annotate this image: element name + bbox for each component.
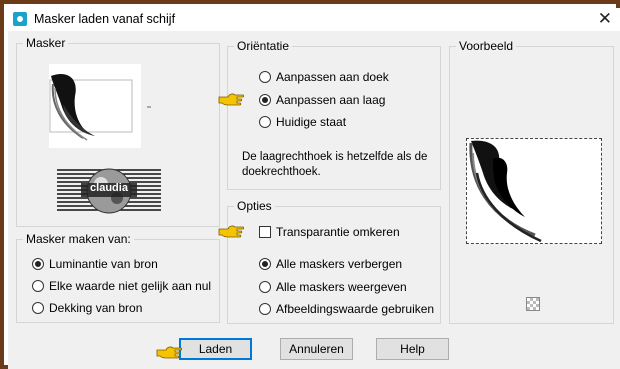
pointer-hand-icon bbox=[156, 346, 182, 359]
cancel-button[interactable]: Annuleren bbox=[280, 338, 353, 360]
window-title: Masker laden vanaf schijf bbox=[34, 12, 176, 26]
radio-luminance-indicator[interactable] bbox=[32, 258, 44, 270]
app-icon bbox=[13, 12, 27, 26]
radio-luminance-label: Luminantie van bron bbox=[49, 257, 158, 271]
radio-opacity[interactable]: Dekking van bron bbox=[32, 301, 142, 315]
orientation-note: De laagrechthoek is hetzelfde als de doe… bbox=[242, 151, 428, 178]
radio-fit-layer-indicator[interactable] bbox=[259, 94, 271, 106]
claudia-logo-text: claudia bbox=[90, 182, 128, 194]
options-group-label: Opties bbox=[234, 199, 275, 213]
radio-hide-all-masks-label: Alle maskers verbergen bbox=[276, 257, 403, 271]
radio-current-state-label: Huidige staat bbox=[276, 115, 347, 129]
radio-hide-all-masks-indicator[interactable] bbox=[259, 258, 271, 270]
radio-fit-layer-label: Aanpassen aan laag bbox=[276, 93, 386, 107]
radio-hide-all-masks[interactable]: Alle maskers verbergen bbox=[259, 257, 402, 271]
orientation-group-label: Oriëntatie bbox=[234, 39, 293, 53]
radio-current-state-indicator[interactable] bbox=[259, 116, 271, 128]
masker-group-label: Masker bbox=[23, 36, 69, 50]
checkbox-invert-transparency-label: Transparantie omkeren bbox=[276, 225, 400, 239]
radio-nonzero-indicator[interactable] bbox=[32, 280, 44, 292]
radio-nonzero[interactable]: Elke waarde niet gelijk aan nul bbox=[32, 279, 211, 293]
window-frame: Masker laden vanaf schijf ✕ Masker claud… bbox=[0, 0, 620, 369]
help-button[interactable]: Help bbox=[376, 338, 449, 360]
preview-group: Voorbeeld bbox=[449, 39, 614, 324]
dialog-body: Masker claudia Masker maken van: Luminan… bbox=[8, 31, 620, 369]
orientation-group: Oriëntatie Aanpassen aan doek Aanpassen … bbox=[227, 39, 441, 190]
radio-fit-canvas-label: Aanpassen aan doek bbox=[276, 70, 389, 84]
radio-current-state[interactable]: Huidige staat bbox=[259, 115, 346, 129]
transparency-toggle-icon[interactable] bbox=[526, 297, 540, 311]
radio-luminance[interactable]: Luminantie van bron bbox=[32, 257, 158, 271]
radio-fit-layer[interactable]: Aanpassen aan laag bbox=[259, 93, 385, 107]
pointer-hand-icon bbox=[218, 225, 244, 238]
radio-show-all-masks-label: Alle maskers weergeven bbox=[276, 280, 407, 294]
masker-group: Masker claudia bbox=[16, 36, 220, 227]
source-group-label: Masker maken van: bbox=[23, 232, 134, 246]
radio-nonzero-label: Elke waarde niet gelijk aan nul bbox=[49, 279, 212, 293]
preview-image bbox=[469, 140, 542, 243]
pointer-hand-icon bbox=[218, 93, 244, 106]
scroll-handle-icon[interactable] bbox=[147, 106, 151, 108]
close-icon[interactable]: ✕ bbox=[598, 9, 612, 29]
radio-opacity-label: Dekking van bron bbox=[49, 301, 143, 315]
source-group: Masker maken van: Luminantie van bron El… bbox=[16, 232, 220, 323]
radio-fit-canvas[interactable]: Aanpassen aan doek bbox=[259, 70, 389, 84]
claudia-logo: claudia bbox=[57, 166, 161, 216]
radio-use-image-value-label: Afbeeldingswaarde gebruiken bbox=[276, 302, 435, 316]
load-button[interactable]: Laden bbox=[179, 338, 252, 360]
mask-thumbnail-image bbox=[49, 74, 133, 141]
preview-group-label: Voorbeeld bbox=[456, 39, 517, 53]
radio-fit-canvas-indicator[interactable] bbox=[259, 71, 271, 83]
mask-thumbnail[interactable] bbox=[49, 64, 141, 148]
checkbox-invert-transparency[interactable]: Transparantie omkeren bbox=[259, 225, 400, 239]
radio-use-image-value-indicator[interactable] bbox=[259, 303, 271, 315]
radio-show-all-masks[interactable]: Alle maskers weergeven bbox=[259, 280, 407, 294]
preview-canvas bbox=[466, 138, 602, 244]
radio-opacity-indicator[interactable] bbox=[32, 302, 44, 314]
radio-show-all-masks-indicator[interactable] bbox=[259, 281, 271, 293]
options-group: Opties Transparantie omkeren Alle masker… bbox=[227, 199, 441, 324]
checkbox-invert-transparency-box[interactable] bbox=[259, 226, 271, 238]
title-bar: Masker laden vanaf schijf ✕ bbox=[8, 8, 620, 31]
radio-use-image-value[interactable]: Afbeeldingswaarde gebruiken bbox=[259, 302, 434, 316]
